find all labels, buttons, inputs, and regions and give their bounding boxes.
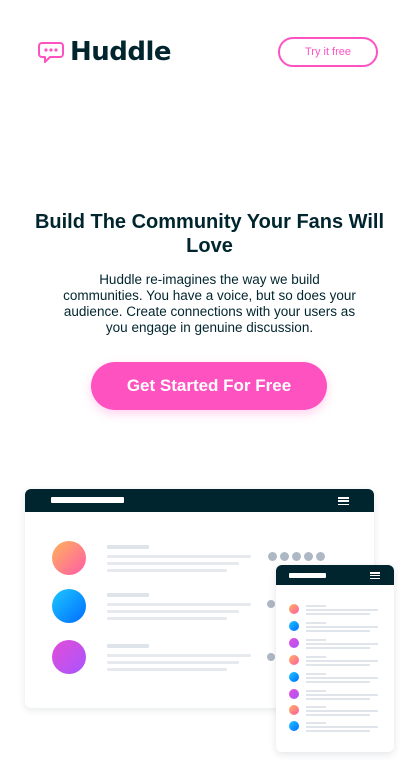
text-placeholder — [107, 661, 239, 664]
avatar — [289, 721, 299, 731]
text-placeholder — [107, 569, 227, 572]
text-placeholder — [306, 722, 326, 724]
brand-logo[interactable]: Huddle — [38, 37, 172, 67]
text-placeholder — [107, 668, 227, 671]
mobile-mockup-illustration — [276, 565, 394, 752]
avatar — [52, 640, 86, 674]
mockup-top-bar — [25, 489, 374, 512]
text-placeholder — [306, 726, 378, 728]
indicator-dot — [267, 653, 275, 661]
avatar — [289, 655, 299, 665]
text-placeholder — [306, 630, 370, 632]
avatar — [289, 672, 299, 682]
text-placeholder — [107, 603, 251, 606]
indicator-dot — [316, 552, 325, 561]
avatar — [52, 589, 86, 623]
text-placeholder — [306, 639, 326, 641]
avatar — [52, 541, 86, 575]
text-placeholder — [107, 562, 239, 565]
avatar — [289, 604, 299, 614]
text-placeholder — [107, 593, 149, 597]
text-placeholder — [306, 694, 378, 696]
text-placeholder — [306, 660, 378, 662]
text-placeholder — [306, 613, 370, 615]
text-placeholder — [107, 617, 227, 620]
mockup-title-placeholder — [51, 497, 124, 503]
indicator-dot — [280, 552, 289, 561]
hero-title: Build The Community Your Fans Will Love — [34, 211, 385, 257]
text-placeholder — [306, 690, 326, 692]
text-placeholder — [107, 555, 251, 558]
indicator-dot — [268, 552, 277, 561]
avatar — [289, 621, 299, 631]
text-placeholder — [306, 730, 370, 732]
text-placeholder — [306, 656, 326, 658]
text-placeholder — [306, 673, 326, 675]
text-placeholder — [107, 610, 239, 613]
hamburger-menu-icon — [338, 497, 349, 505]
text-placeholder — [107, 654, 251, 657]
text-placeholder — [306, 605, 326, 607]
hamburger-menu-icon — [370, 572, 380, 579]
get-started-button[interactable]: Get Started For Free — [91, 362, 327, 410]
text-placeholder — [306, 677, 378, 679]
indicator-dot — [267, 600, 275, 608]
hero-description: Huddle re-imagines the way we build comm… — [63, 272, 356, 335]
text-placeholder — [306, 714, 370, 716]
text-placeholder — [306, 647, 370, 649]
text-placeholder — [107, 545, 149, 549]
brand-name: Huddle — [70, 37, 172, 67]
text-placeholder — [306, 609, 378, 611]
chat-bubble-icon — [38, 42, 64, 63]
avatar — [289, 705, 299, 715]
avatar — [289, 638, 299, 648]
text-placeholder — [107, 644, 149, 648]
avatar — [289, 689, 299, 699]
text-placeholder — [306, 664, 370, 666]
text-placeholder — [306, 710, 378, 712]
indicator-dot — [292, 552, 301, 561]
text-placeholder — [306, 681, 370, 683]
text-placeholder — [306, 622, 326, 624]
text-placeholder — [306, 626, 378, 628]
try-it-free-button[interactable]: Try it free — [278, 37, 378, 67]
text-placeholder — [306, 706, 326, 708]
mockup-top-bar — [276, 565, 394, 585]
text-placeholder — [306, 643, 378, 645]
mockup-title-placeholder — [289, 573, 326, 578]
indicator-dot — [304, 552, 313, 561]
text-placeholder — [306, 698, 370, 700]
